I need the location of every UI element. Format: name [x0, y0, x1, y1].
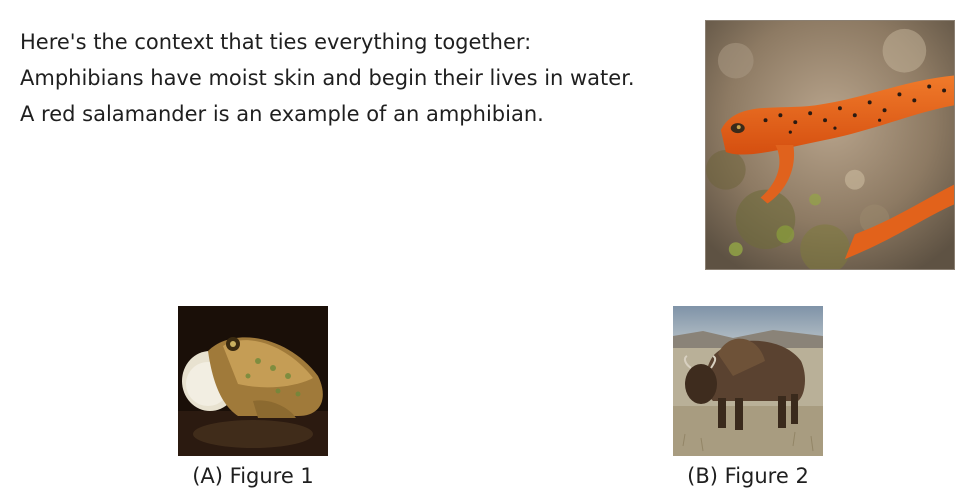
- context-text: Here's the context that ties everything …: [20, 24, 680, 132]
- toad-photo-icon: [178, 306, 328, 456]
- option-a-letter: (A): [192, 464, 223, 488]
- option-b-image[interactable]: [673, 306, 823, 456]
- option-b-letter: (B): [687, 464, 718, 488]
- red-salamander-photo-icon: [706, 21, 954, 269]
- option-a-label: Figure 1: [229, 464, 314, 488]
- context-line-1: Here's the context that ties everything …: [20, 30, 532, 54]
- option-a-image[interactable]: [178, 306, 328, 456]
- context-line-3: A red salamander is an example of an amp…: [20, 102, 544, 126]
- context-line-2: Amphibians have moist skin and begin the…: [20, 66, 635, 90]
- option-a-caption[interactable]: (A) Figure 1: [153, 461, 353, 491]
- option-b-caption[interactable]: (B) Figure 2: [648, 461, 848, 491]
- bison-photo-icon: [673, 306, 823, 456]
- red-salamander-image: [705, 20, 955, 270]
- option-b-label: Figure 2: [724, 464, 809, 488]
